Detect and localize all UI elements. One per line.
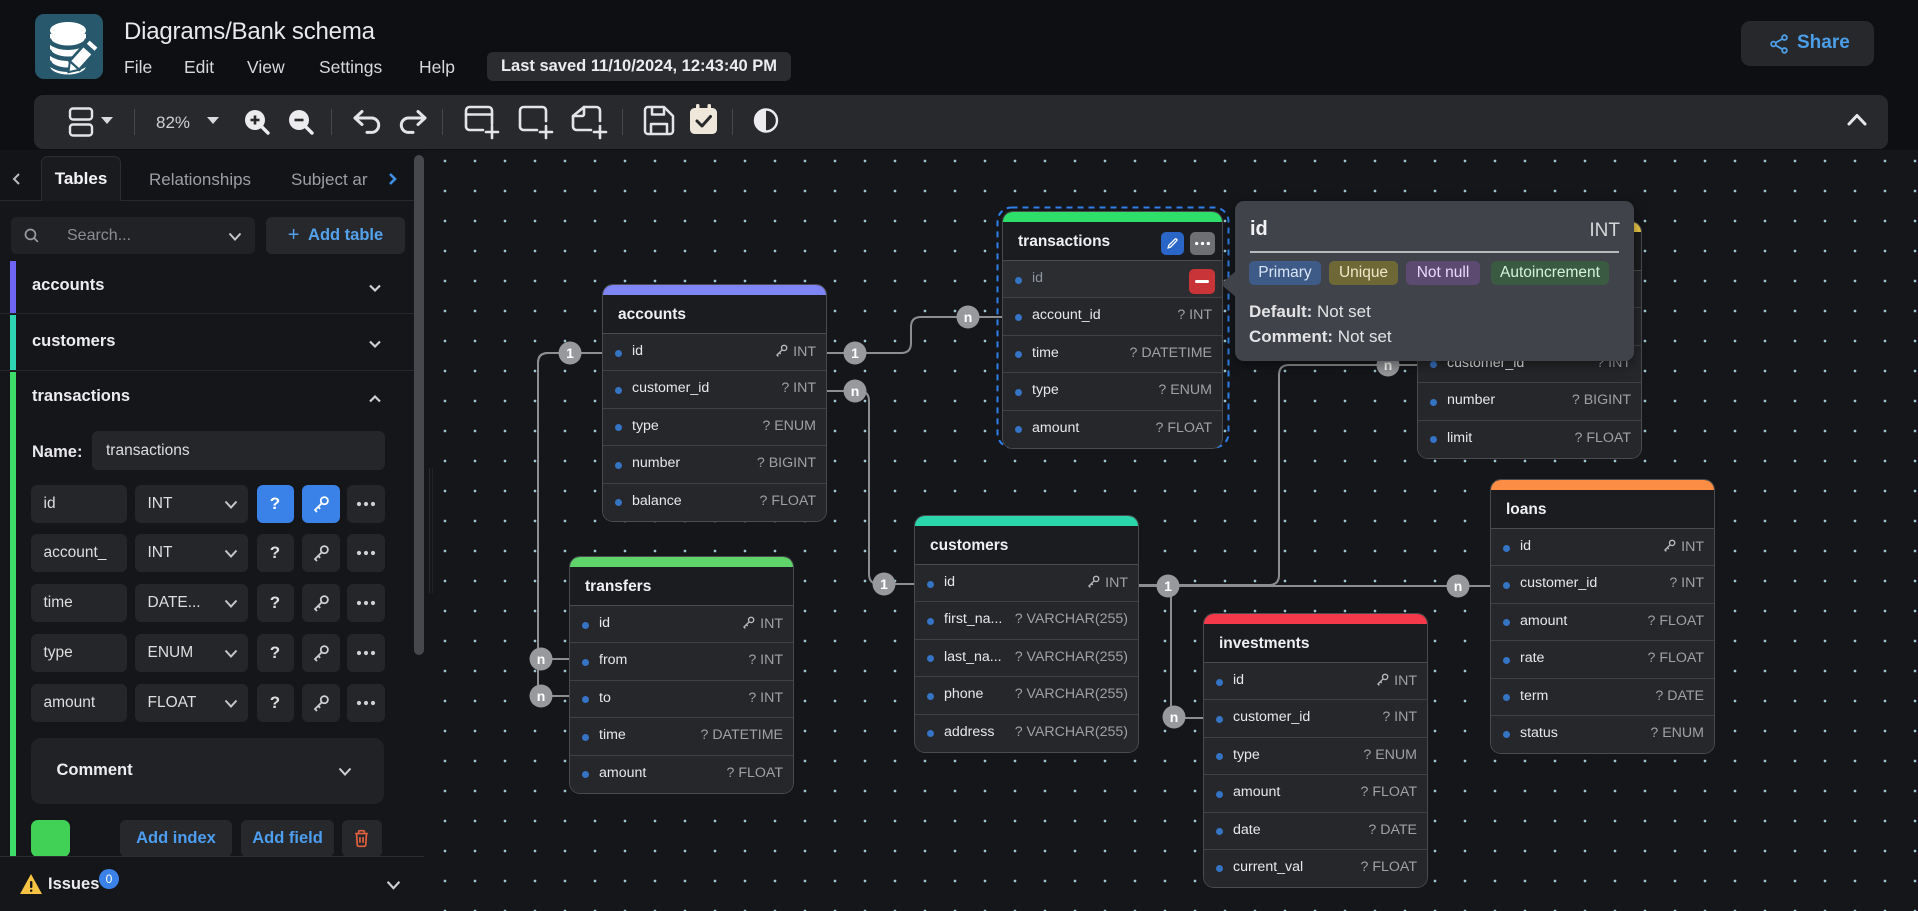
svg-text:n: n (1454, 578, 1463, 594)
svg-text:1: 1 (1164, 578, 1172, 594)
svg-text:1: 1 (566, 345, 574, 361)
svg-text:n: n (537, 651, 546, 667)
svg-text:1: 1 (880, 576, 888, 592)
svg-text:n: n (537, 688, 546, 704)
svg-text:n: n (964, 309, 973, 325)
svg-text:1: 1 (851, 345, 859, 361)
svg-text:n: n (1170, 709, 1179, 725)
svg-text:n: n (851, 383, 860, 399)
